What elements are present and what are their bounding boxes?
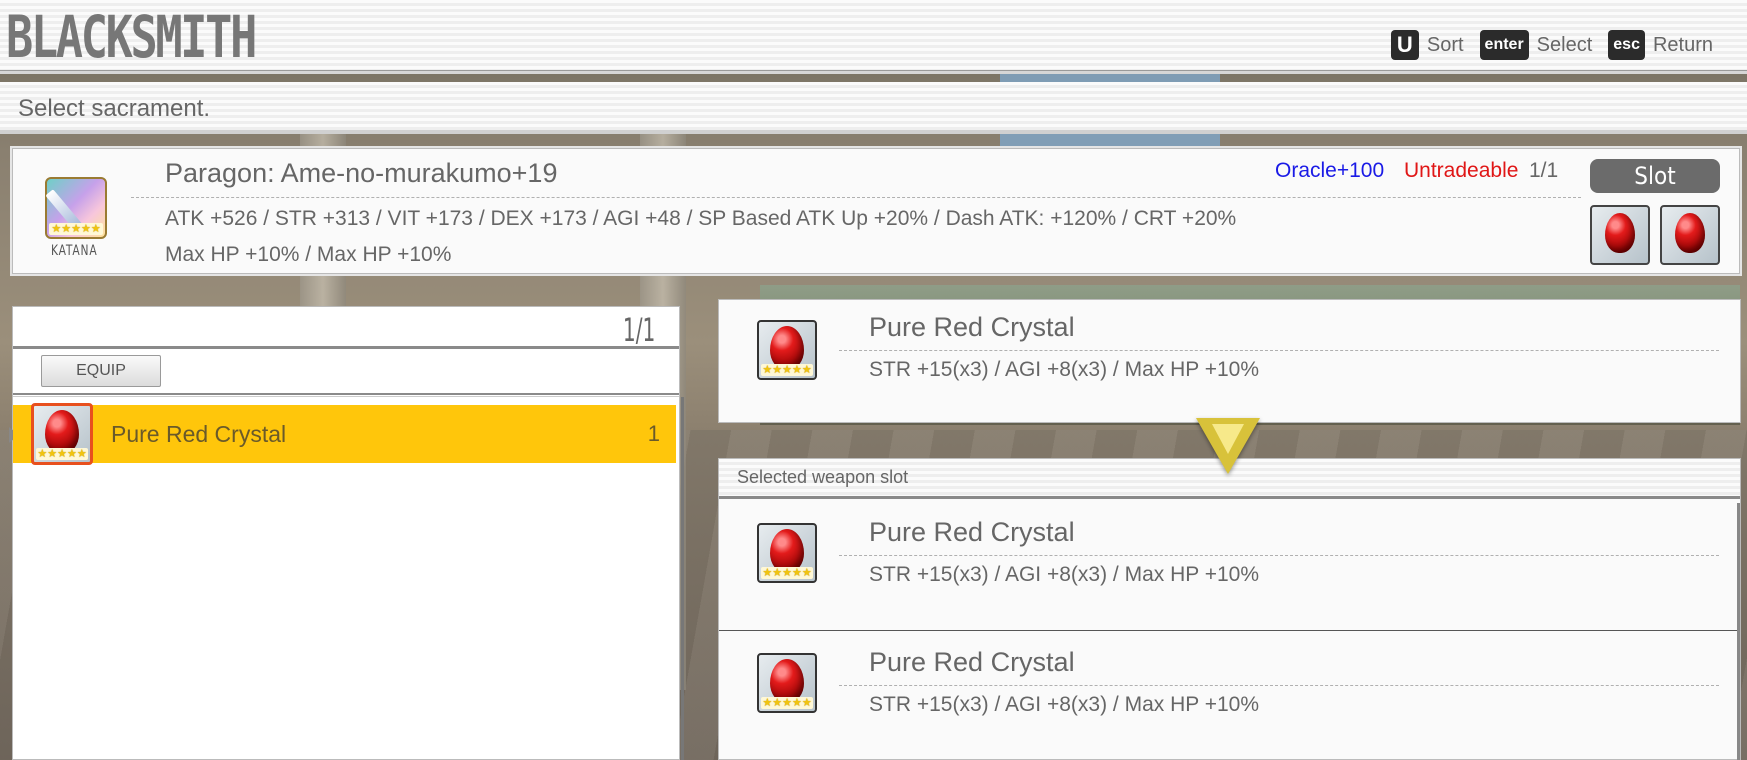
katana-icon: ★ ★ ★ ★ ★ (45, 177, 107, 239)
esc-key-icon[interactable]: esc (1608, 30, 1645, 60)
slot-item-stats: STR +15(x3) / AGI +8(x3) / Max HP +10% (869, 693, 1260, 716)
slot-item-name: Pure Red Crystal (869, 647, 1075, 677)
slot-item-name: Pure Red Crystal (869, 517, 1075, 547)
slot-row[interactable]: ★ ★ ★ ★ ★ Pure Red Crystal STR +15(x3) / AGI… (719, 633, 1740, 760)
header-divider (0, 70, 1747, 74)
select-hint-label[interactable]: Select (1537, 34, 1593, 57)
red-crystal-icon: ★ ★ ★ ★ ★ (757, 523, 817, 583)
weapon-divider (131, 197, 1581, 198)
red-crystal-icon: ★ ★ ★ ★ ★ (31, 403, 93, 465)
untradeable-label: Untradeable (1404, 159, 1519, 182)
weapon-slot-1[interactable] (1590, 205, 1650, 265)
header-bar: BLACKSMITH U Sort enter Select esc Retur… (0, 0, 1747, 72)
slot-row[interactable]: ★ ★ ★ ★ ★ Pure Red Crystal STR +15(x3) / AGI… (719, 503, 1740, 631)
selected-slot-title: Selected weapon slot (737, 467, 909, 487)
weapon-slot-2[interactable] (1660, 205, 1720, 265)
weapon-type-label: KATANA (51, 243, 98, 259)
red-crystal-icon: ★ ★ ★ ★ ★ (757, 320, 817, 380)
equip-button[interactable]: EQUIP (41, 355, 161, 387)
rarity-stars: ★ ★ ★ ★ ★ (761, 697, 813, 709)
weapon-count: 1/1 (1529, 159, 1559, 182)
sort-key-icon[interactable]: U (1390, 30, 1419, 60)
list-count: 1/1 (622, 311, 655, 349)
selected-weapon-slot-panel: Selected weapon slot ★ ★ ★ ★ ★ Pure Red Crys… (718, 458, 1741, 760)
page-title: BLACKSMITH (6, 3, 257, 71)
rarity-stars: ★ ★ ★ ★ ★ (761, 567, 813, 579)
instruction-text: Select sacrament. (18, 95, 211, 122)
selected-item-preview: ★ ★ ★ ★ ★ Pure Red Crystal STR +15(x3) / AGI… (718, 299, 1741, 423)
red-crystal-icon (1605, 212, 1635, 253)
down-arrow-highlight (1212, 424, 1244, 454)
rarity-stars: ★ ★ ★ ★ ★ (36, 448, 88, 460)
list-item-quantity: 1 (647, 421, 660, 446)
preview-item-stats: STR +15(x3) / AGI +8(x3) / Max HP +10% (869, 358, 1260, 381)
sacrament-list-panel: 1/1 EQUIP ★ ★ ★ ★ ★ Pure Red Crystal 1 (9, 306, 684, 760)
list-scrollbar[interactable] (681, 397, 684, 760)
preview-divider (839, 350, 1719, 351)
red-crystal-icon: ★ ★ ★ ★ ★ (757, 653, 817, 713)
slot-divider (839, 555, 1719, 556)
enter-key-icon[interactable]: enter (1479, 30, 1529, 60)
weapon-stats-line2: Max HP +10% / Max HP +10% (165, 243, 452, 266)
oracle-level: Oracle+100 (1275, 159, 1385, 182)
rarity-stars: ★ ★ ★ ★ ★ (49, 223, 103, 235)
return-hint-label[interactable]: Return (1653, 34, 1713, 57)
weapon-name: Paragon: Ame-no-murakumo+19 (165, 158, 558, 188)
slot-header: Slot (1590, 159, 1720, 193)
sort-hint-label[interactable]: Sort (1427, 34, 1464, 57)
instruction-bar: Select sacrament. (0, 82, 1747, 134)
rarity-stars: ★ ★ ★ ★ ★ (761, 364, 813, 376)
key-hints: U Sort enter Select esc Return (1390, 30, 1721, 60)
slot-item-stats: STR +15(x3) / AGI +8(x3) / Max HP +10% (869, 563, 1260, 586)
list-header: 1/1 (13, 307, 679, 349)
weapon-panel: ★ ★ ★ ★ ★ KATANA Paragon: Ame-no-murakumo+19… (12, 148, 1740, 274)
slot-scrollbar[interactable] (1737, 503, 1740, 760)
weapon-stats-line1: ATK +526 / STR +313 / VIT +173 / DEX +17… (165, 207, 1237, 230)
list-divider (13, 393, 679, 397)
list-item-name: Pure Red Crystal (111, 421, 287, 447)
slot-divider (839, 685, 1719, 686)
preview-item-name: Pure Red Crystal (869, 312, 1075, 342)
red-crystal-icon (1675, 212, 1705, 253)
list-item[interactable]: ★ ★ ★ ★ ★ Pure Red Crystal 1 (13, 403, 676, 465)
